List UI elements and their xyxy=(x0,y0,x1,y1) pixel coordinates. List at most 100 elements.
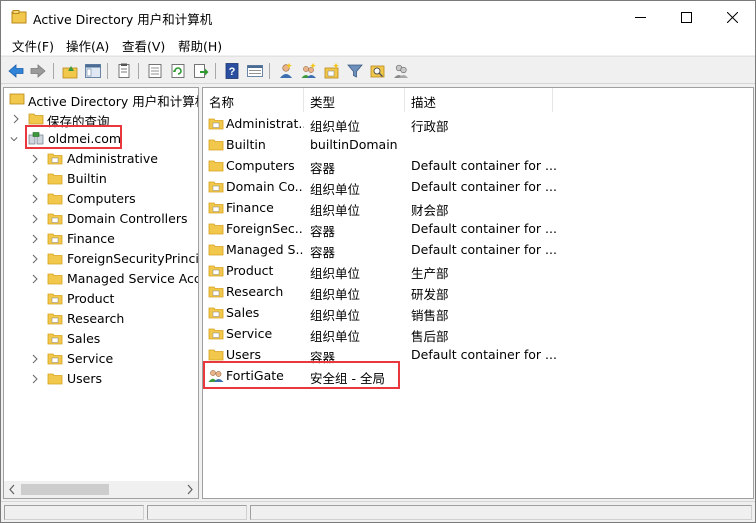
menu-action[interactable]: 操作(A) xyxy=(66,36,109,55)
maximize-button[interactable] xyxy=(663,1,709,33)
chevron-right-icon[interactable] xyxy=(31,234,39,244)
chevron-down-icon[interactable] xyxy=(10,134,18,144)
export-icon[interactable] xyxy=(192,62,210,80)
ou-folder-icon xyxy=(208,202,224,214)
folder-icon xyxy=(208,160,224,172)
list-item[interactable]: Administrat... 组织单位 行政部 xyxy=(203,113,753,134)
cell-name: Service xyxy=(226,326,273,341)
new-group-icon[interactable] xyxy=(300,62,318,80)
list-item[interactable]: Research 组织单位 研发部 xyxy=(203,281,753,302)
tree-item-label: ForeignSecurityPrincipals xyxy=(67,251,199,266)
cell-type: builtinDomain xyxy=(310,137,398,152)
ad-users-computers-icon xyxy=(9,93,25,105)
find-icon[interactable] xyxy=(369,62,387,80)
tree-item-domain-controllers[interactable]: Domain Controllers xyxy=(4,209,198,229)
chevron-right-icon[interactable] xyxy=(31,354,39,364)
folder-icon xyxy=(47,173,63,185)
list-item[interactable]: Product 组织单位 生产部 xyxy=(203,260,753,281)
menu-help[interactable]: 帮助(H) xyxy=(178,36,222,55)
tree-item-computers[interactable]: Computers xyxy=(4,189,198,209)
tree-item-managed-service-accounts[interactable]: Managed Service Accounts xyxy=(4,269,198,289)
chevron-right-icon[interactable] xyxy=(31,154,39,164)
export-list-icon[interactable] xyxy=(146,62,164,80)
details-view-icon[interactable] xyxy=(246,62,264,80)
tree-item-label: Domain Controllers xyxy=(67,211,188,226)
up-folder-icon[interactable] xyxy=(61,62,79,80)
column-header-description[interactable]: 描述 xyxy=(405,88,553,112)
ou-folder-icon xyxy=(47,353,63,365)
list-item[interactable]: ForeignSec... 容器 Default container for ... xyxy=(203,218,753,239)
show-tree-icon[interactable] xyxy=(84,62,102,80)
list-item[interactable]: Sales 组织单位 销售部 xyxy=(203,302,753,323)
tree-item-foreignsecurityprincipals[interactable]: ForeignSecurityPrincipals xyxy=(4,249,198,269)
tree-item-domain[interactable]: oldmei.com xyxy=(4,129,198,149)
status-segment xyxy=(250,505,752,520)
chevron-right-icon[interactable] xyxy=(31,174,39,184)
back-arrow-icon[interactable] xyxy=(7,62,25,80)
cell-name: Domain Co... xyxy=(226,179,304,194)
cell-description: 研发部 xyxy=(411,287,449,302)
tree-item-saved-queries[interactable]: 保存的查询 xyxy=(4,109,198,129)
status-bar xyxy=(1,501,755,522)
properties-icon[interactable] xyxy=(115,62,133,80)
filter-icon[interactable] xyxy=(346,62,364,80)
cell-name: Finance xyxy=(226,200,274,215)
window-title: Active Directory 用户和计算机 xyxy=(33,12,213,27)
tree-root[interactable]: Active Directory 用户和计算机 xyxy=(4,89,198,109)
folder-icon xyxy=(47,193,63,205)
toolbar: ? xyxy=(1,56,755,84)
tree-item-label: Managed Service Accounts xyxy=(67,271,198,286)
console-tree: Active Directory 用户和计算机 保存的查询 oldmei.com… xyxy=(3,87,199,499)
list-item[interactable]: Finance 组织单位 财会部 xyxy=(203,197,753,218)
cell-description: 生产部 xyxy=(411,266,449,281)
scrollbar-thumb[interactable] xyxy=(21,484,109,495)
minimize-button[interactable] xyxy=(617,1,663,33)
tree-item-service[interactable]: Service xyxy=(4,349,198,369)
tree-item-product[interactable]: Product xyxy=(4,289,198,309)
chevron-right-icon[interactable] xyxy=(31,374,39,384)
list-item[interactable]: Domain Co... 组织单位 Default container for ..… xyxy=(203,176,753,197)
chevron-right-icon[interactable] xyxy=(31,194,39,204)
scroll-left-icon[interactable] xyxy=(4,481,21,498)
list-item[interactable]: Managed S... 容器 Default container for ... xyxy=(203,239,753,260)
cell-name: Computers xyxy=(226,158,295,173)
new-ou-icon[interactable] xyxy=(323,62,341,80)
tree-item-sales[interactable]: Sales xyxy=(4,329,198,349)
forward-arrow-icon[interactable] xyxy=(29,62,47,80)
chevron-right-icon[interactable] xyxy=(31,254,39,264)
tree-item-label: Sales xyxy=(67,331,101,346)
folder-icon xyxy=(47,273,63,285)
list-item[interactable]: Builtin builtinDomain xyxy=(203,134,753,155)
menu-file[interactable]: 文件(F) xyxy=(12,36,54,55)
cell-name: FortiGate xyxy=(226,368,284,383)
ou-folder-icon xyxy=(47,313,63,325)
cell-description: 销售部 xyxy=(411,308,449,323)
chevron-right-icon[interactable] xyxy=(31,214,39,224)
cell-type: 安全组 - 全局 xyxy=(310,371,385,386)
list-item[interactable]: Users 容器 Default container for ... xyxy=(203,344,753,365)
tree-item-administrative[interactable]: Administrative xyxy=(4,149,198,169)
help-icon[interactable]: ? xyxy=(223,62,241,80)
tree-horizontal-scrollbar[interactable] xyxy=(4,481,198,498)
scroll-right-icon[interactable] xyxy=(181,481,198,498)
tree-item-research[interactable]: Research xyxy=(4,309,198,329)
folder-icon xyxy=(28,113,44,125)
menu-view[interactable]: 查看(V) xyxy=(122,36,165,55)
refresh-icon[interactable] xyxy=(169,62,187,80)
chevron-right-icon[interactable] xyxy=(31,274,39,284)
ou-folder-icon xyxy=(208,181,224,193)
close-button[interactable] xyxy=(709,1,755,33)
svg-text:?: ? xyxy=(229,66,236,78)
list-item[interactable]: Computers 容器 Default container for ... xyxy=(203,155,753,176)
list-item[interactable]: Service 组织单位 售后部 xyxy=(203,323,753,344)
tree-item-builtin[interactable]: Builtin xyxy=(4,169,198,189)
column-header-name[interactable]: 名称 xyxy=(203,88,304,112)
cell-description: Default container for ... xyxy=(411,179,557,194)
chevron-right-icon[interactable] xyxy=(12,114,20,124)
column-header-type[interactable]: 类型 xyxy=(304,88,405,112)
new-user-icon[interactable] xyxy=(277,62,295,80)
tree-item-users[interactable]: Users xyxy=(4,369,198,389)
list-item[interactable]: FortiGate 安全组 - 全局 xyxy=(203,365,753,386)
add-to-group-icon[interactable] xyxy=(392,62,410,80)
tree-item-finance[interactable]: Finance xyxy=(4,229,198,249)
